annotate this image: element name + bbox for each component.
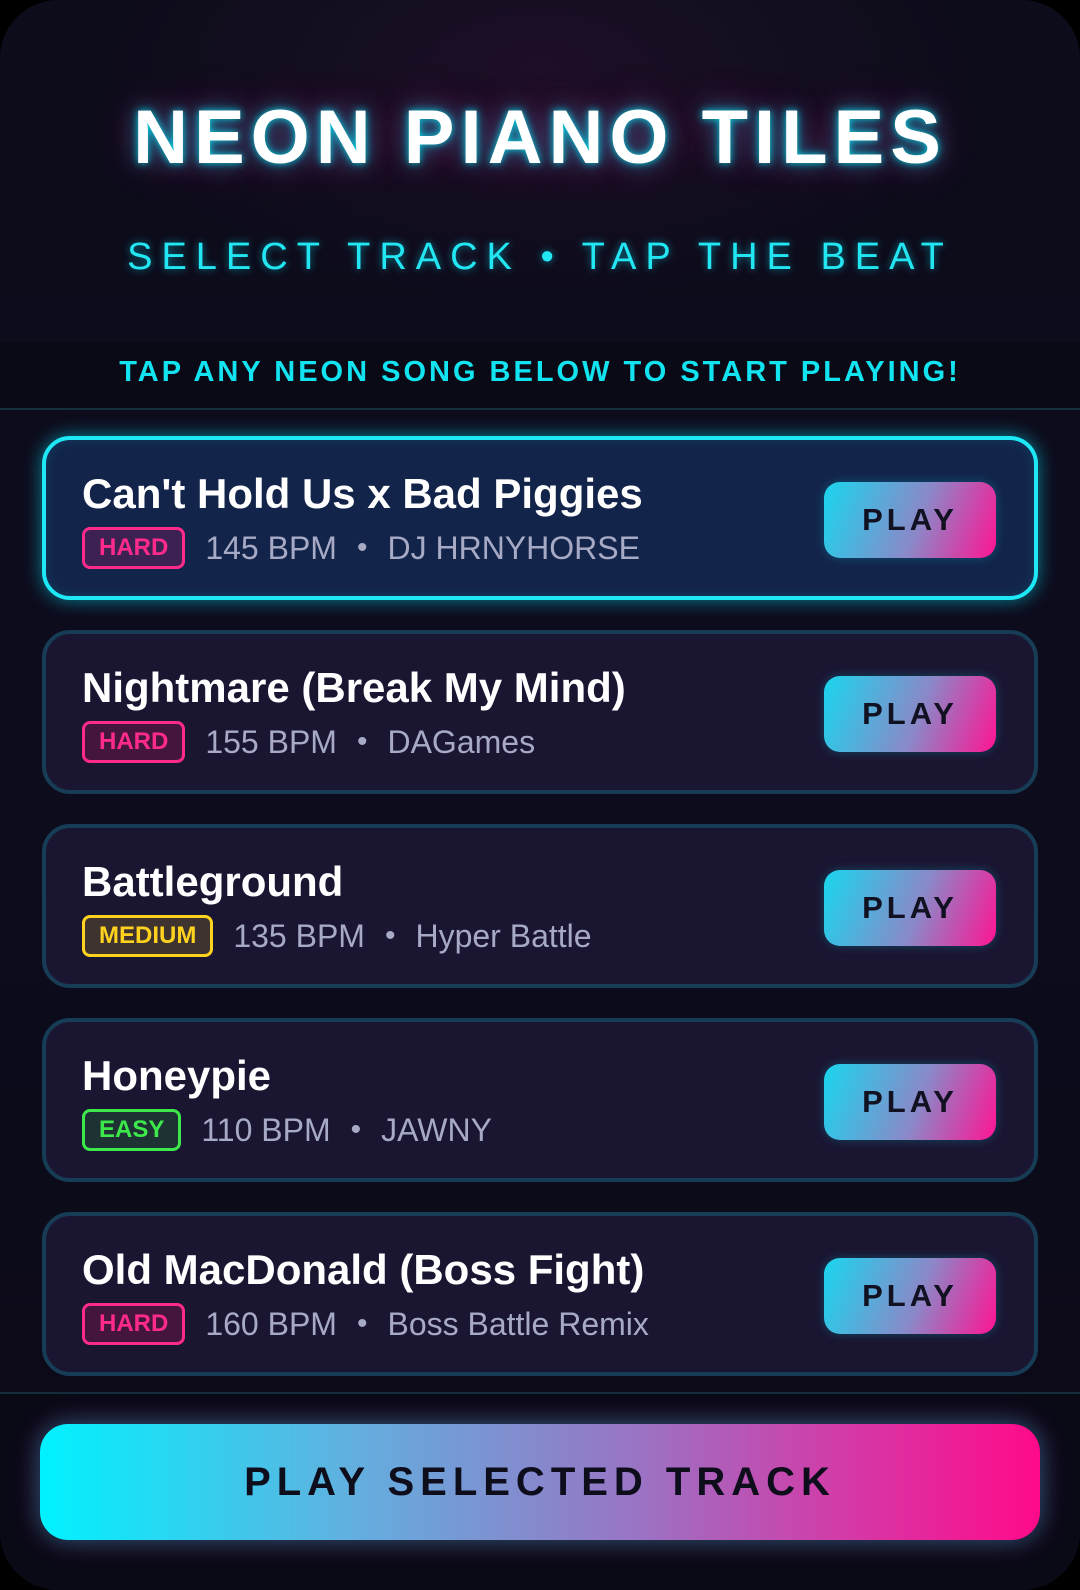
track-card-2[interactable]: Nightmare (Break My Mind) HARD 155 BPM •… xyxy=(42,630,1038,794)
track-meta: EASY 110 BPM • JAWNY xyxy=(82,1108,492,1152)
track-card-3[interactable]: Battleground MEDIUM 135 BPM • Hyper Batt… xyxy=(42,824,1038,988)
track-meta: HARD 155 BPM • DAGames xyxy=(82,720,535,764)
track-meta: MEDIUM 135 BPM • Hyper Battle xyxy=(82,914,592,958)
track-bpm: 160 BPM xyxy=(205,1305,337,1342)
meta-separator: • xyxy=(384,919,396,952)
track-card-5[interactable]: Old MacDonald (Boss Fight) HARD 160 BPM … xyxy=(42,1212,1038,1376)
track-title: Honeypie xyxy=(82,1052,272,1099)
track-title: Battleground xyxy=(82,858,344,905)
hint-bar: TAP ANY NEON SONG BELOW TO START PLAYING… xyxy=(0,342,1080,410)
footer: PLAY SELECTED TRACK xyxy=(0,1392,1080,1590)
play-button[interactable]: PLAY xyxy=(824,1064,996,1140)
header: NEON PIANO TILES SELECT TRACK • TAP THE … xyxy=(0,0,1080,340)
track-meta: HARD 160 BPM • Boss Battle Remix xyxy=(82,1302,649,1346)
track-artist: DAGames xyxy=(387,723,536,760)
game-subtitle: SELECT TRACK • TAP THE BEAT xyxy=(127,236,953,278)
difficulty-badge: MEDIUM xyxy=(82,915,214,957)
track-card-4[interactable]: Honeypie EASY 110 BPM • JAWNY PLAY xyxy=(42,1018,1038,1182)
meta-separator: • xyxy=(356,531,368,564)
track-title: Old MacDonald (Boss Fight) xyxy=(82,1246,645,1293)
track-bpm: 135 BPM xyxy=(233,917,365,954)
track-card-1[interactable]: Can't Hold Us x Bad Piggies HARD 145 BPM… xyxy=(42,436,1038,600)
difficulty-badge: HARD xyxy=(82,721,186,763)
difficulty-badge: EASY xyxy=(82,1109,182,1151)
game-title: NEON PIANO TILES xyxy=(133,95,947,180)
track-artist: Boss Battle Remix xyxy=(387,1305,649,1342)
difficulty-badge: HARD xyxy=(82,1303,186,1345)
play-button[interactable]: PLAY xyxy=(824,870,996,946)
track-title: Can't Hold Us x Bad Piggies xyxy=(82,470,643,517)
track-meta: HARD 145 BPM • DJ HRNYHORSE xyxy=(82,526,640,570)
track-artist: JAWNY xyxy=(381,1111,492,1148)
track-bpm: 110 BPM xyxy=(201,1111,331,1148)
meta-separator: • xyxy=(350,1113,362,1146)
play-button[interactable]: PLAY xyxy=(824,676,996,752)
track-artist: DJ HRNYHORSE xyxy=(387,529,640,566)
track-artist: Hyper Battle xyxy=(415,917,592,954)
hint-text: TAP ANY NEON SONG BELOW TO START PLAYING… xyxy=(119,356,961,388)
meta-separator: • xyxy=(356,1307,368,1340)
track-title: Nightmare (Break My Mind) xyxy=(82,664,626,711)
play-button[interactable]: PLAY xyxy=(824,1258,996,1334)
difficulty-badge: HARD xyxy=(82,527,186,569)
play-selected-track-button[interactable]: PLAY SELECTED TRACK xyxy=(40,1424,1040,1540)
track-bpm: 145 BPM xyxy=(205,529,337,566)
play-button[interactable]: PLAY xyxy=(824,482,996,558)
app-screen: NEON PIANO TILES SELECT TRACK • TAP THE … xyxy=(0,0,1080,1590)
track-bpm: 155 BPM xyxy=(205,723,337,760)
meta-separator: • xyxy=(356,725,368,758)
